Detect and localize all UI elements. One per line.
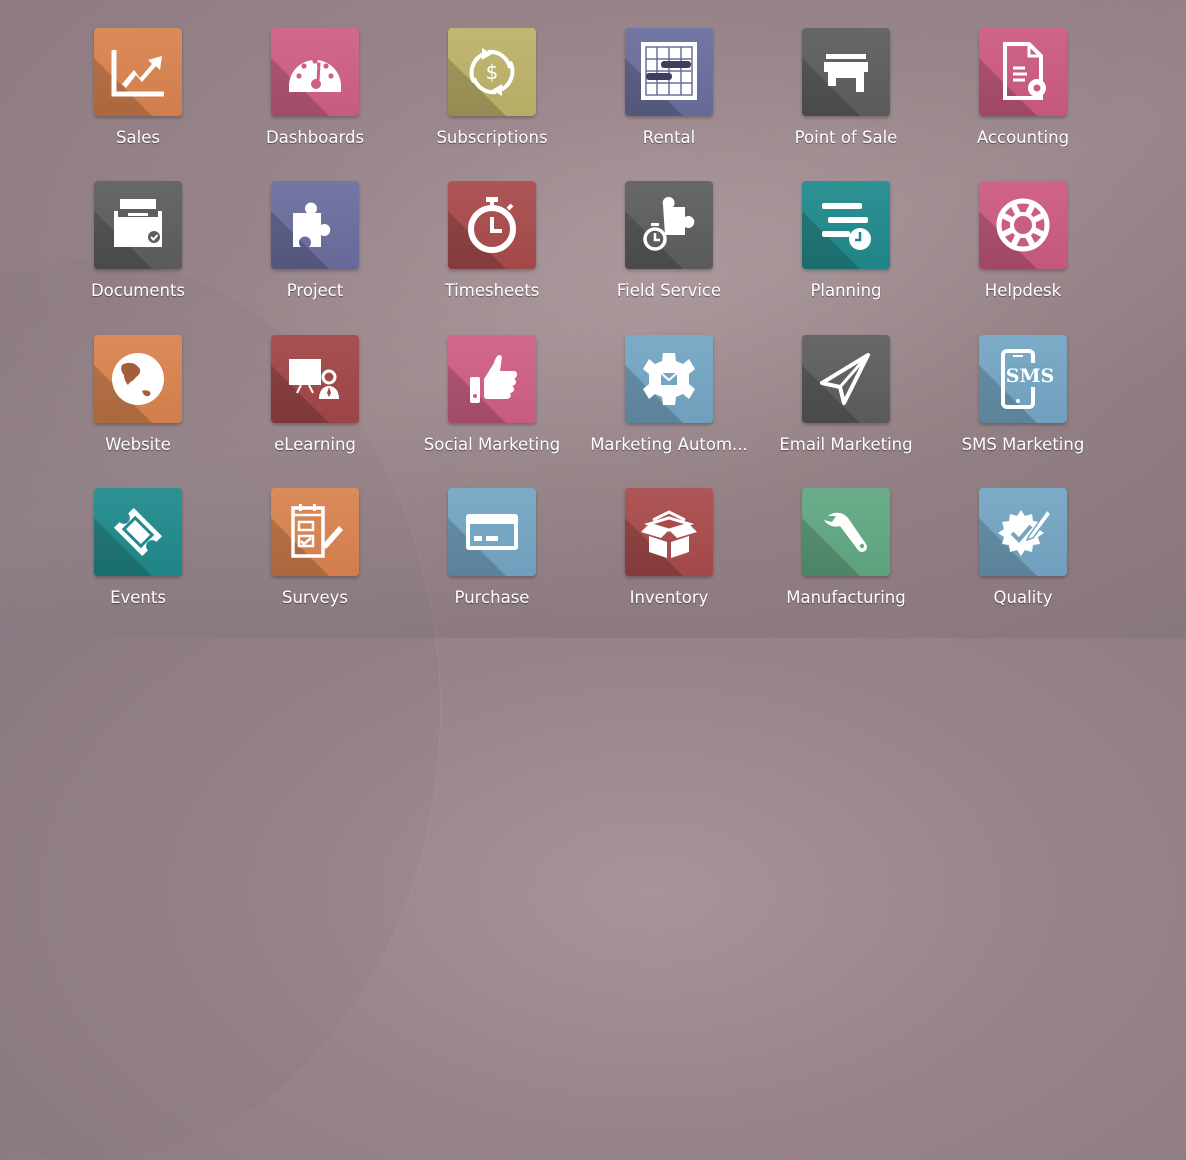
app-tile[interactable] — [271, 335, 359, 423]
app-label: Project — [286, 281, 344, 300]
app-label: Planning — [810, 281, 882, 300]
stopwatch-icon — [468, 197, 516, 253]
app-tile[interactable] — [94, 181, 182, 269]
app-label: Purchase — [454, 588, 530, 607]
app-label: Manufacturing — [786, 588, 906, 607]
app-tile[interactable] — [271, 488, 359, 576]
app-label: Field Service — [616, 281, 722, 300]
app-field-service[interactable]: Field Service — [584, 181, 754, 321]
app-inventory[interactable]: Inventory — [584, 488, 754, 628]
app-documents[interactable]: Documents — [53, 181, 223, 321]
credit-card-icon — [466, 514, 518, 550]
app-tile[interactable] — [979, 28, 1067, 116]
gantt-grid-icon — [641, 42, 697, 100]
app-label: Accounting — [976, 128, 1070, 147]
lifebuoy-icon — [996, 198, 1050, 252]
app-label: Dashboards — [265, 128, 365, 147]
app-quality[interactable]: Quality — [938, 488, 1108, 628]
app-label: Point of Sale — [794, 128, 898, 147]
app-label: Quality — [993, 588, 1053, 607]
app-tile[interactable] — [625, 488, 713, 576]
app-tile[interactable] — [625, 335, 713, 423]
app-tile[interactable]: $ — [448, 28, 536, 116]
app-tile[interactable] — [625, 181, 713, 269]
app-email-marketing[interactable]: Email Marketing — [761, 335, 931, 475]
svg-text:$: $ — [486, 60, 499, 84]
app-label: Events — [110, 588, 166, 607]
app-social-marketing[interactable]: Social Marketing — [407, 335, 577, 475]
app-grid: Sales Dashboards $ Subscriptions Rental P… — [0, 0, 1186, 638]
app-dashboards[interactable]: Dashboards — [230, 28, 400, 168]
app-point-of-sale[interactable]: Point of Sale — [761, 28, 931, 168]
app-label: Documents — [90, 281, 186, 300]
app-project[interactable]: Project — [230, 181, 400, 321]
app-events[interactable]: Events — [53, 488, 223, 628]
shop-icon — [824, 54, 868, 92]
checklist-pencil-icon — [291, 504, 343, 558]
app-label: Timesheets — [444, 281, 540, 300]
app-tile[interactable] — [271, 181, 359, 269]
document-gear-icon — [1003, 42, 1046, 100]
app-elearning[interactable]: eLearning — [230, 335, 400, 475]
phone-sms-icon: SMS — [1001, 349, 1054, 409]
globe-icon — [112, 353, 164, 405]
app-tile[interactable] — [802, 28, 890, 116]
app-sms-marketing[interactable]: SMS SMS Marketing — [938, 335, 1108, 475]
svg-text:SMS: SMS — [1006, 365, 1054, 387]
app-surveys[interactable]: Surveys — [230, 488, 400, 628]
app-label: Helpdesk — [984, 281, 1062, 300]
app-subscriptions[interactable]: $ Subscriptions — [407, 28, 577, 168]
file-drawer-check-icon — [114, 199, 162, 247]
app-planning[interactable]: Planning — [761, 181, 931, 321]
app-label: Inventory — [629, 588, 709, 607]
app-helpdesk[interactable]: Helpdesk — [938, 181, 1108, 321]
app-tile[interactable]: SMS — [979, 335, 1067, 423]
app-label: Subscriptions — [436, 128, 548, 147]
sales-chart-icon — [111, 50, 164, 97]
app-tile[interactable] — [802, 181, 890, 269]
app-label: Sales — [116, 128, 160, 147]
app-tile[interactable] — [802, 335, 890, 423]
app-tile[interactable] — [979, 181, 1067, 269]
app-website[interactable]: Website — [53, 335, 223, 475]
app-tile[interactable] — [448, 181, 536, 269]
app-sales[interactable]: Sales — [53, 28, 223, 168]
speedometer-icon — [289, 58, 341, 92]
app-tile[interactable] — [94, 488, 182, 576]
presentation-teacher-icon — [289, 359, 339, 399]
ticket-icon — [113, 507, 163, 557]
app-label: Surveys — [282, 588, 348, 607]
app-label: eLearning — [274, 435, 356, 454]
app-tile[interactable] — [448, 488, 536, 576]
app-purchase[interactable]: Purchase — [407, 488, 577, 628]
puzzle-stopwatch-icon — [643, 196, 695, 251]
app-timesheets[interactable]: Timesheets — [407, 181, 577, 321]
app-label: Social Marketing — [423, 435, 561, 454]
open-box-icon — [641, 510, 697, 558]
app-label: Email Marketing — [779, 435, 913, 454]
app-accounting[interactable]: Accounting — [938, 28, 1108, 168]
app-tile[interactable] — [802, 488, 890, 576]
app-label: Rental — [642, 128, 696, 147]
app-tile[interactable] — [94, 28, 182, 116]
paper-plane-icon — [820, 353, 870, 405]
app-tile[interactable] — [625, 28, 713, 116]
app-tile[interactable] — [448, 335, 536, 423]
app-tile[interactable] — [271, 28, 359, 116]
wrench-icon — [824, 512, 867, 552]
app-tile[interactable] — [94, 335, 182, 423]
gear-envelope-icon — [643, 353, 695, 405]
app-marketing-autom[interactable]: Marketing Autom... — [584, 335, 754, 475]
app-rental[interactable]: Rental — [584, 28, 754, 168]
app-manufacturing[interactable]: Manufacturing — [761, 488, 931, 628]
app-label: SMS Marketing — [961, 435, 1085, 454]
puzzle-piece-icon — [293, 202, 331, 247]
recurring-dollar-icon: $ — [469, 48, 515, 96]
app-tile[interactable] — [979, 488, 1067, 576]
thumbs-up-icon — [470, 355, 517, 403]
badge-check-pencil-icon — [998, 508, 1052, 556]
list-clock-icon — [822, 203, 871, 250]
app-label: Website — [105, 435, 171, 454]
app-label: Marketing Autom... — [590, 435, 748, 454]
